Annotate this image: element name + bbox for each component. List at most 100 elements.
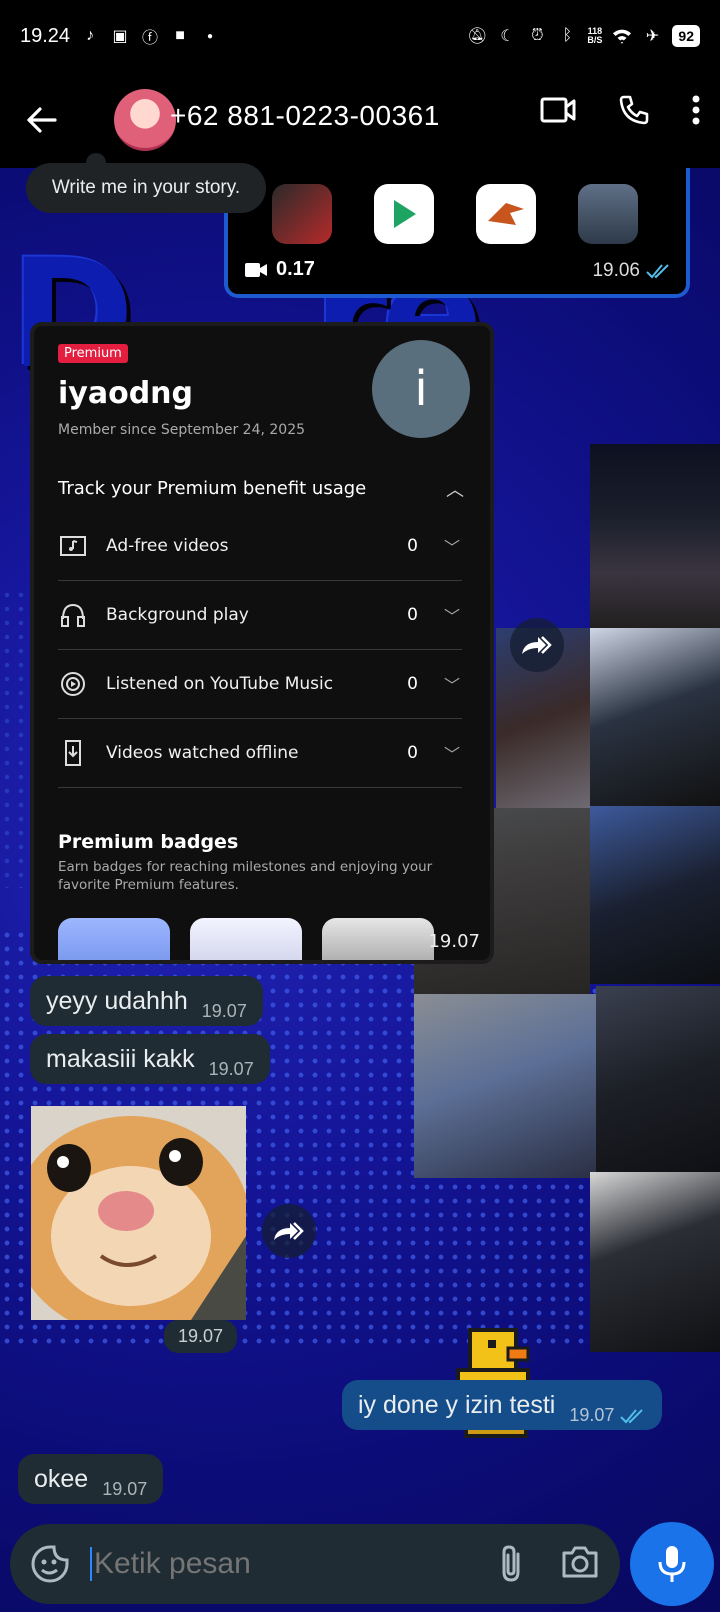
- chevron-down-icon: ﹀: [444, 745, 461, 764]
- yt-badges-title: Premium badges: [58, 831, 239, 853]
- sticker-emoji-button[interactable]: [30, 1544, 70, 1584]
- youtube-music-icon: [58, 669, 88, 699]
- forward-arrow-icon: [274, 1222, 304, 1240]
- download-device-icon: [58, 738, 88, 768]
- phone-icon: [619, 95, 649, 125]
- message-time: 19.07: [102, 1479, 148, 1499]
- bird-app-icon: [476, 184, 536, 244]
- chevron-down-icon: ﹀: [444, 607, 461, 626]
- sticker-time: 19.07: [164, 1320, 238, 1353]
- yt-badge: [190, 918, 302, 960]
- double-check-read-icon: [620, 1408, 644, 1423]
- incoming-message[interactable]: yeyy udahhh 19.07: [30, 976, 263, 1026]
- yt-badges-desc: Earn badges for reaching milestones and …: [58, 859, 433, 893]
- headphones-icon: [58, 600, 88, 630]
- chevron-down-icon: ﹀: [444, 676, 461, 695]
- yt-member-since: Member since September 24, 2025: [58, 422, 306, 438]
- cat-sticker[interactable]: [31, 1106, 246, 1320]
- forward-button[interactable]: [510, 618, 564, 672]
- game-app-icon: [272, 184, 332, 244]
- incoming-message[interactable]: okee 19.07: [18, 1454, 164, 1504]
- play-games-icon: [374, 184, 434, 244]
- video-icon: [245, 262, 267, 277]
- message-text: iy done y izin testi: [358, 1391, 556, 1419]
- yt-badge: [58, 918, 170, 960]
- yt-track-title: Track your Premium benefit usage: [58, 478, 367, 499]
- wifi-icon: [612, 26, 632, 46]
- collage-photo-selfie-1[interactable]: [590, 628, 720, 806]
- status-time: 19.24: [20, 24, 71, 47]
- yt-avatar: i: [372, 340, 470, 438]
- do-not-disturb-moon-icon: ☾: [500, 28, 515, 45]
- message-composer: [10, 1524, 620, 1604]
- collage-photo-selfie-2[interactable]: [590, 806, 720, 984]
- chevron-down-icon: ﹀: [444, 538, 461, 557]
- video-message-bubble[interactable]: 0.17 19.06: [224, 168, 690, 298]
- camera-button[interactable]: [560, 1544, 600, 1584]
- facebook-notification-icon: ⓕ: [142, 30, 159, 47]
- chat-header: +62 881-0223-00361: [0, 72, 720, 168]
- attach-button[interactable]: [494, 1544, 530, 1584]
- youtube-premium-image[interactable]: Premium iyaodng Member since September 2…: [30, 322, 494, 964]
- collage-photo-night-street[interactable]: [590, 444, 720, 628]
- tiktok-notification-icon: ♪: [86, 27, 95, 44]
- message-text: okee: [34, 1465, 89, 1493]
- bluetooth-icon: ᛒ: [562, 27, 573, 44]
- status-bar: 19.24 ♪ ▣ ⓕ ■ ● 🔕︎ ☾ ⏰︎ ᛒ 118 B/S ✈ 92: [0, 0, 720, 72]
- network-speed: 118 B/S: [587, 26, 603, 45]
- yt-badge: [322, 918, 434, 960]
- yt-benefit-row: Background play 0 ﹀: [58, 581, 462, 650]
- kebab-menu-icon: [692, 95, 700, 125]
- yt-benefit-row: Videos watched offline 0 ﹀: [58, 719, 462, 788]
- video-thumbnail-apps: [272, 184, 638, 244]
- yt-benefit-row: Listened on YouTube Music 0 ﹀: [58, 650, 462, 719]
- more-notifications-dot-icon: ●: [207, 30, 214, 42]
- more-options-button[interactable]: [692, 95, 700, 130]
- mute-icon: 🔕︎: [467, 28, 488, 45]
- square-notification-icon: ■: [175, 27, 185, 44]
- incoming-message[interactable]: makasiii kakk 19.07: [30, 1034, 270, 1084]
- cat-face-icon: [31, 1106, 246, 1320]
- outgoing-message[interactable]: iy done y izin testi 19.07: [342, 1380, 663, 1430]
- collage-photo-avatars[interactable]: [414, 994, 596, 1178]
- contact-avatar[interactable]: [114, 89, 176, 151]
- forward-arrow-icon: [522, 636, 552, 654]
- status-prompt-tooltip[interactable]: Write me in your story.: [26, 153, 266, 213]
- voice-record-button[interactable]: [630, 1522, 714, 1606]
- alarm-icon: ⏰︎: [531, 27, 544, 44]
- microphone-icon: [658, 1546, 686, 1582]
- battery-indicator: 92: [672, 25, 700, 47]
- yt-benefit-row: Ad-free videos 0 ﹀: [58, 512, 462, 581]
- video-call-button[interactable]: [540, 96, 576, 129]
- video-duration: 0.17: [244, 258, 315, 281]
- voice-call-button[interactable]: [618, 94, 650, 131]
- image-message-time: 19.07: [428, 931, 480, 952]
- collage-photo-selfie-3[interactable]: [596, 986, 720, 1172]
- camera-icon: [562, 1546, 598, 1578]
- sticker-smile-icon: [31, 1545, 69, 1583]
- premium-badge: Premium: [58, 344, 128, 363]
- message-time: 19.07: [569, 1405, 646, 1426]
- collage-photo-selfie-4[interactable]: [590, 1172, 720, 1352]
- chevron-up-icon: ︿: [446, 480, 464, 501]
- double-check-read-icon: [646, 264, 669, 279]
- app-notification-icon: ▣: [112, 28, 128, 45]
- arrow-left-icon: [27, 107, 57, 133]
- back-button[interactable]: [20, 98, 64, 142]
- yt-username: iyaodng: [58, 376, 193, 411]
- wallpaper-app-icon: [578, 184, 638, 244]
- music-video-icon: [58, 531, 88, 561]
- forward-button[interactable]: [262, 1204, 316, 1258]
- yt-badge-row: [58, 918, 434, 960]
- message-text: yeyy udahhh: [46, 987, 188, 1015]
- video-camera-icon: [540, 97, 576, 123]
- video-message-time: 19.06: [592, 260, 672, 282]
- message-time: 19.07: [208, 1059, 254, 1079]
- message-time: 19.07: [201, 1001, 247, 1021]
- contact-name[interactable]: +62 881-0223-00361: [170, 100, 440, 132]
- airplane-mode-icon: ✈: [645, 28, 660, 45]
- message-text: makasiii kakk: [46, 1045, 195, 1073]
- message-input[interactable]: [90, 1547, 494, 1581]
- paperclip-icon: [502, 1545, 520, 1582]
- yt-benefit-list: Ad-free videos 0 ﹀ Background play 0 ﹀ L…: [58, 512, 462, 788]
